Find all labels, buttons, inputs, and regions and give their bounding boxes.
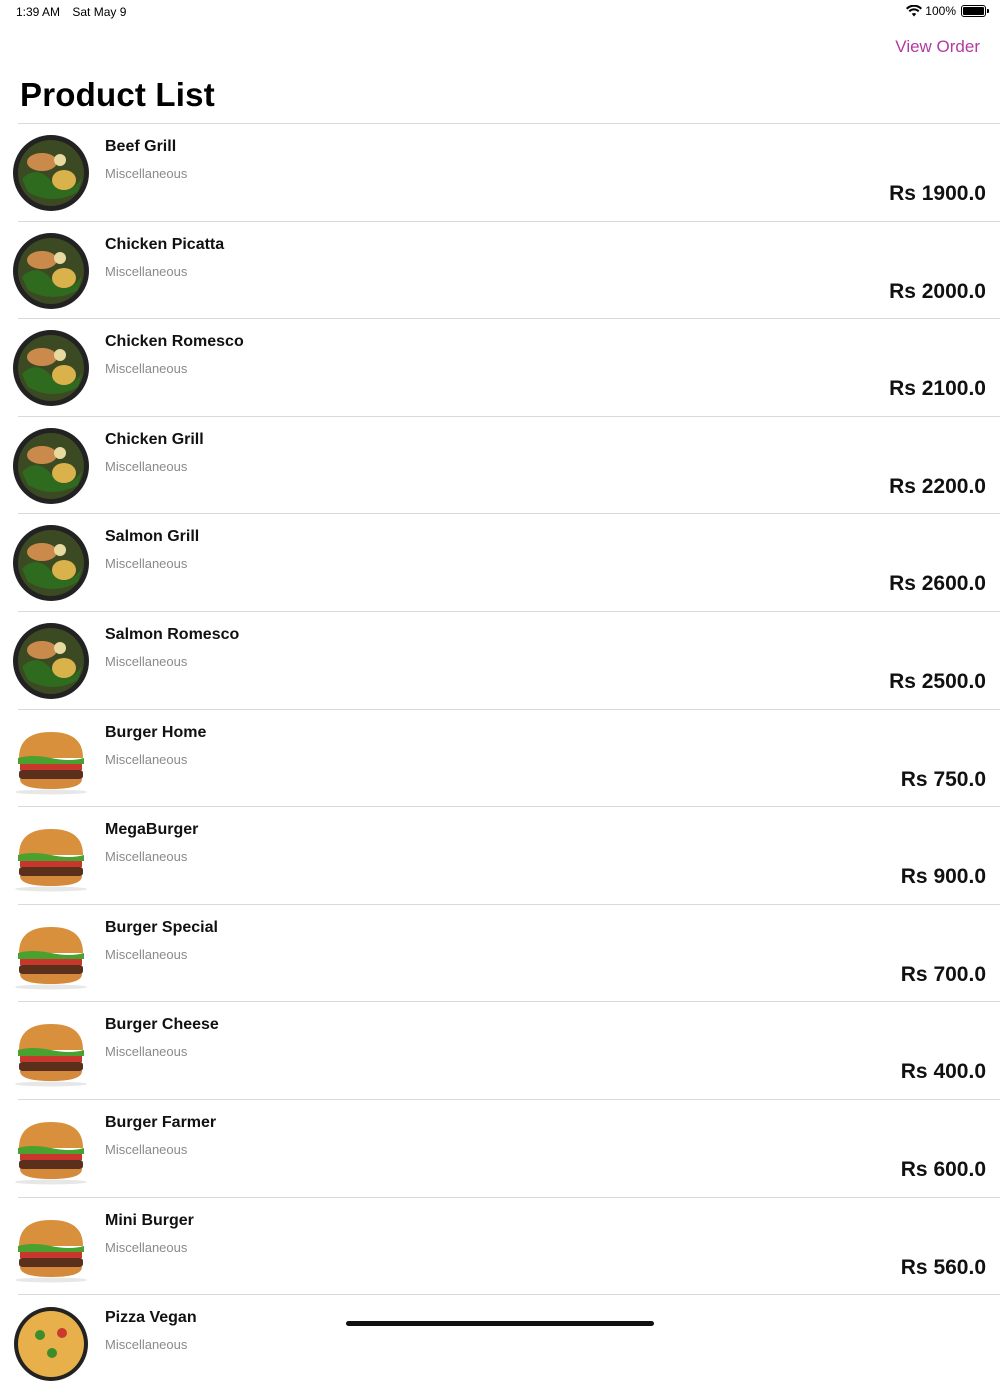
product-name: Beef Grill [105,138,177,155]
product-row[interactable]: Beef Grill Miscellaneous Rs 1900.0 [13,123,1000,221]
product-category: Miscellaneous [105,263,188,279]
product-thumbnail [12,1208,90,1286]
status-right: 100% [906,4,989,18]
product-row[interactable]: MegaBurger Miscellaneous Rs 900.0 [15,806,1000,904]
product-category: Miscellaneous [105,653,188,669]
product-price: Rs 900.0 [900,865,986,889]
product-price: Rs 2600.0 [889,572,986,596]
status-bar: 1:39 AM Sat May 9 100% [0,0,1000,24]
product-thumbnail [12,915,90,993]
product-name: Salmon Grill [105,528,200,546]
product-row[interactable]: Burger Home Miscellaneous Rs 750.0 [15,708,1000,807]
product-price: Rs 400.0 [900,1060,986,1084]
product-category: Miscellaneous [105,751,188,767]
product-category: Miscellaneous [105,849,188,865]
product-name: Burger Home [105,723,207,741]
page-title: Product List [20,76,215,113]
product-thumbnail [12,1110,90,1188]
product-row[interactable]: Mini Burger Miscellaneous Rs 560.0 [15,1196,1000,1295]
product-name: Salmon Romesco [105,625,240,643]
product-thumbnail [12,1305,90,1383]
product-row[interactable]: Burger Cheese Miscellaneous Rs 400.0 [15,1001,1000,1099]
product-name: Burger Farmer [105,1113,217,1131]
product-name: MegaBurger [105,821,199,839]
product-name: Chicken Grill [105,430,204,448]
product-row[interactable]: Chicken Grill Miscellaneous Rs 2200.0 [13,415,1000,514]
product-price: Rs 2500.0 [889,669,986,693]
product-row[interactable]: Salmon Grill Miscellaneous Rs 2600.0 [13,513,1000,611]
battery-percent: 100% [925,4,956,18]
product-category: Miscellaneous [105,458,188,474]
product-row[interactable]: Pizza Vegan Miscellaneous [14,1294,1000,1392]
product-category: Miscellaneous [105,556,188,572]
product-category: Miscellaneous [105,361,188,377]
product-price: Rs 2000.0 [889,279,986,303]
product-row[interactable]: Chicken Picatta Miscellaneous Rs 2000.0 [13,220,1000,319]
product-category: Miscellaneous [105,166,188,181]
product-name: Burger Cheese [105,1016,219,1034]
product-thumbnail [12,232,90,310]
product-price: Rs 600.0 [900,1157,986,1181]
product-name: Mini Burger [105,1211,194,1229]
product-name: Chicken Romesco [105,333,244,351]
product-thumbnail [12,1012,90,1090]
view-order-button[interactable]: View Order [895,37,980,57]
product-thumbnail [12,622,90,700]
wifi-icon [906,5,923,17]
product-category: Miscellaneous [105,1337,188,1353]
product-list: Beef Grill Miscellaneous Rs 1900.0 Chicken … [0,123,1000,1392]
product-price: Rs 1900.0 [889,182,986,205]
product-price: Rs 560.0 [900,1255,986,1279]
status-left: 1:39 AM Sat May 9 [16,5,135,19]
product-name: Pizza Vegan [105,1309,197,1327]
product-name: Chicken Picatta [105,235,225,253]
product-price: Rs 2100.0 [889,377,986,401]
product-category: Miscellaneous [105,946,188,962]
battery-icon [961,5,989,17]
status-time: 1:39 AM [16,5,61,19]
product-row[interactable]: Burger Special Miscellaneous Rs 700.0 [15,903,1000,1002]
product-row[interactable]: Burger Farmer Miscellaneous Rs 600.0 [15,1098,1000,1197]
home-indicator [346,1321,654,1326]
product-thumbnail [12,134,90,212]
product-row[interactable]: Salmon Romesco Miscellaneous Rs 2500.0 [13,610,1000,709]
product-thumbnail [12,720,90,798]
product-category: Miscellaneous [105,1239,188,1255]
status-date: Sat May 9 [72,5,127,19]
product-thumbnail [12,427,90,505]
product-thumbnail [12,329,90,407]
product-price: Rs 750.0 [900,767,986,791]
product-thumbnail [12,817,90,895]
product-category: Miscellaneous [105,1044,188,1060]
product-price: Rs 700.0 [900,962,986,986]
product-name: Burger Special [105,918,218,936]
product-row[interactable]: Chicken Romesco Miscellaneous Rs 2100.0 [13,318,1000,416]
product-price: Rs 2200.0 [889,474,986,498]
product-category: Miscellaneous [105,1141,188,1157]
product-thumbnail [12,524,90,602]
